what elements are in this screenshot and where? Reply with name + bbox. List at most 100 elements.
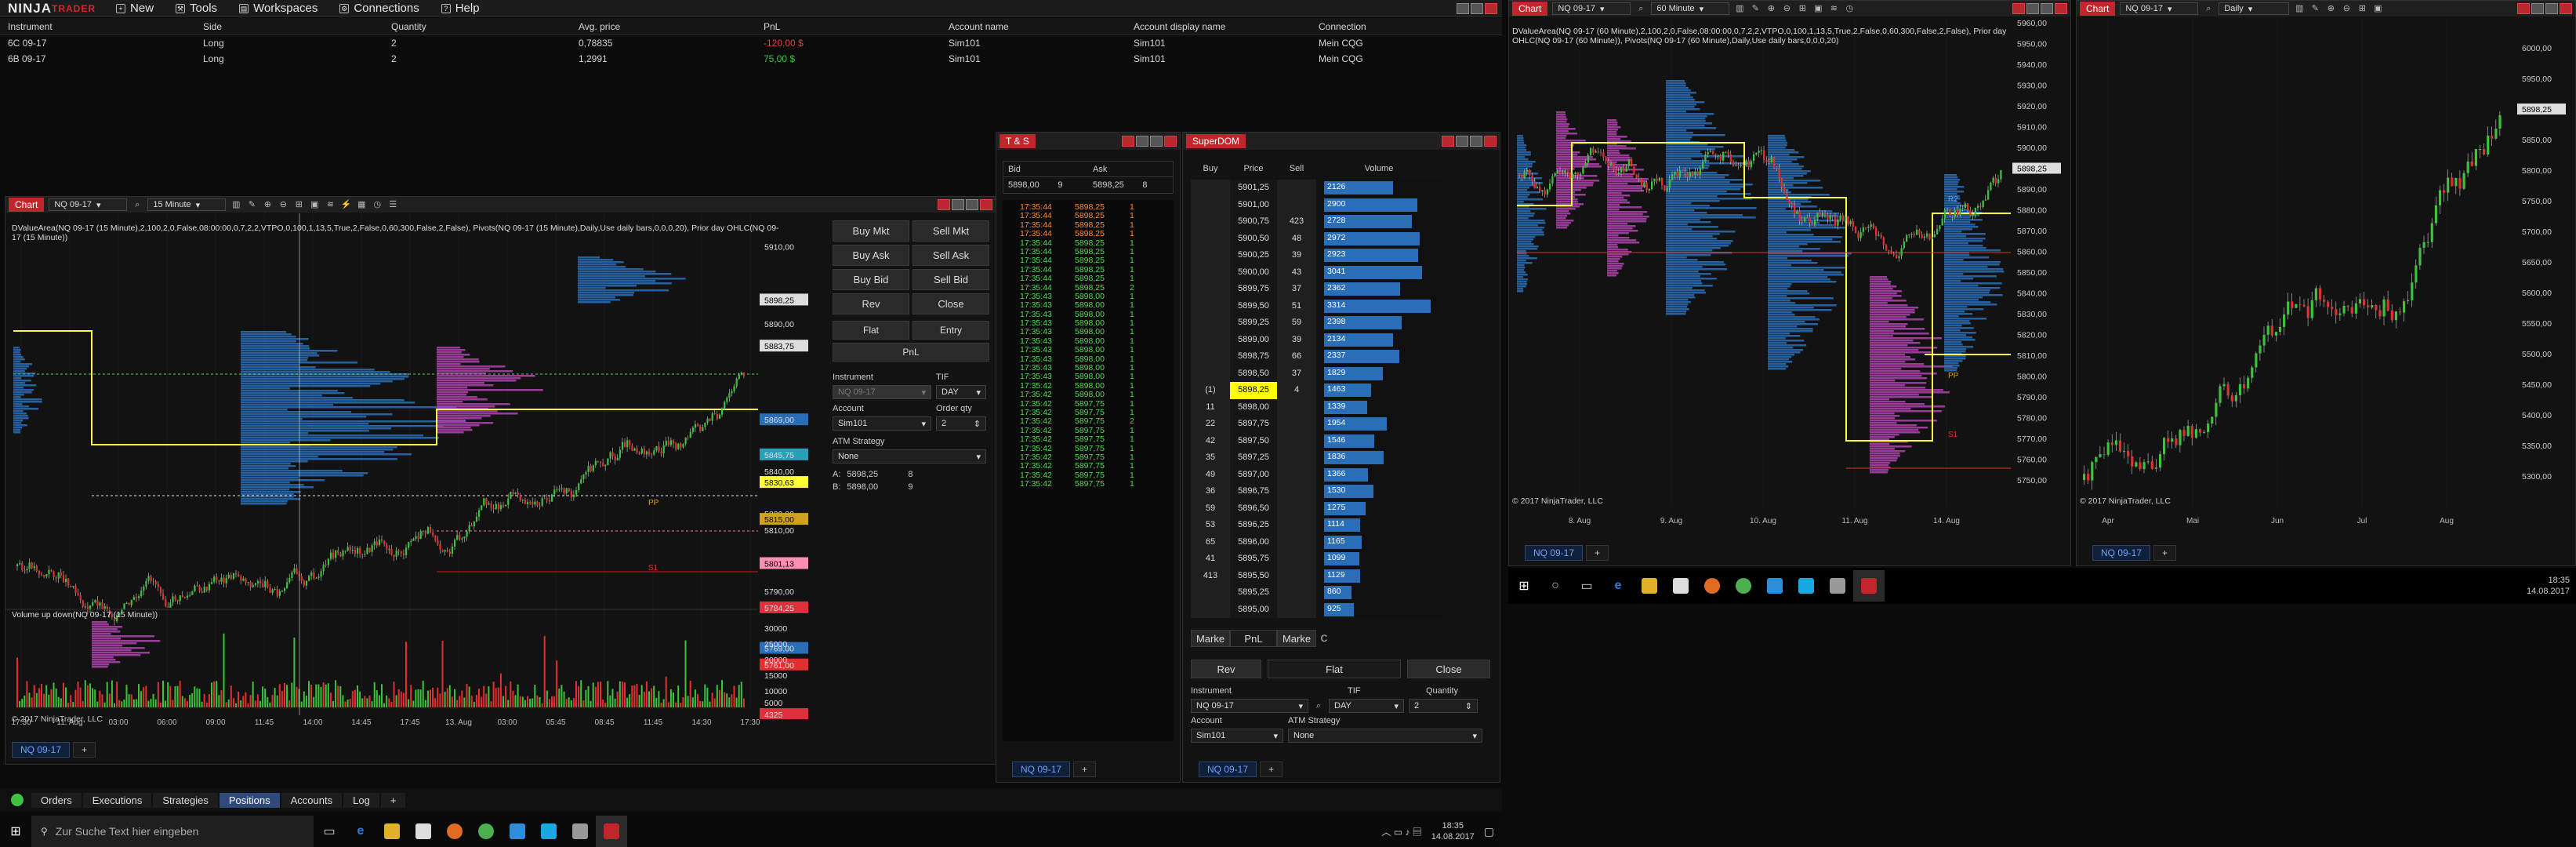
- chart1-max[interactable]: [966, 199, 978, 210]
- col-connection[interactable]: Connection: [1311, 21, 1491, 32]
- dom-row[interactable]: 5900,00 43 3041: [1191, 264, 1497, 281]
- dom-close-button[interactable]: Close: [1407, 660, 1490, 678]
- windows-start-icon[interactable]: ⊞: [1508, 570, 1540, 602]
- pencil-icon[interactable]: ✎: [2309, 3, 2320, 14]
- dom-max[interactable]: [1470, 136, 1482, 147]
- ts-list[interactable]: 17:35:44 5898,25 1 17:35:44 5898,25 1 17:35:44…: [1003, 200, 1174, 741]
- chart2-canvas[interactable]: 8. Aug 9. Aug 10. Aug 11. Aug 14. AugR2PPS15…: [1509, 17, 2070, 535]
- menu-connections[interactable]: ⚙ Connections: [328, 0, 430, 17]
- buy-ask-button[interactable]: Buy Ask: [833, 245, 909, 266]
- taskbar-search[interactable]: ⚲ Zur Suche Text hier eingeben: [31, 816, 314, 847]
- chart1-tab-nq[interactable]: NQ 09-17: [12, 742, 71, 758]
- task-view-icon[interactable]: ▭: [314, 816, 345, 847]
- properties-icon[interactable]: ▣: [2372, 3, 2383, 14]
- dom-atm-select[interactable]: None ▾: [1288, 729, 1482, 743]
- dom-close-x[interactable]: [1442, 136, 1454, 147]
- dom-row[interactable]: 22 5897,75 1954: [1191, 416, 1497, 433]
- dom-min[interactable]: [1456, 136, 1468, 147]
- dom-row[interactable]: 41 5895,75 1099: [1191, 551, 1497, 568]
- crosshair-icon[interactable]: ⊞: [293, 199, 304, 210]
- dom-row[interactable]: 36 5896,75 1530: [1191, 483, 1497, 500]
- crosshair-icon[interactable]: ⊞: [1797, 3, 1808, 14]
- dom-tab-nq[interactable]: NQ 09-17: [1199, 762, 1257, 777]
- ts-max[interactable]: [1150, 136, 1163, 147]
- dom-ladder[interactable]: 5901,25 2126 5901,00 2900 5900,75 423 2728 5900…: [1191, 180, 1497, 619]
- chart3-tab-nq[interactable]: NQ 09-17: [2092, 545, 2151, 561]
- search-icon[interactable]: ⌕: [2203, 3, 2214, 14]
- tab-positions[interactable]: Positions: [219, 792, 280, 808]
- dom-instrument-select[interactable]: NQ 09-17 ▾: [1191, 699, 1308, 713]
- firefox-icon[interactable]: [1696, 570, 1728, 602]
- pencil-icon[interactable]: ✎: [246, 199, 257, 210]
- instrument-select[interactable]: NQ 09-17 ▾: [833, 385, 931, 399]
- menu-help[interactable]: ? Help: [430, 0, 491, 17]
- indicators-icon[interactable]: ≋: [1828, 3, 1839, 14]
- edge-icon[interactable]: e: [1602, 570, 1634, 602]
- chart2-period-select[interactable]: 60 Minute ▾: [1651, 2, 1730, 15]
- order-qty-input[interactable]: 2 ⇕: [936, 416, 986, 431]
- col-account-display-name[interactable]: Account display name: [1126, 21, 1311, 32]
- chart3-min[interactable]: [2531, 3, 2544, 14]
- buy-bid-button[interactable]: Buy Bid: [833, 269, 909, 290]
- chart2-max[interactable]: [2041, 3, 2053, 14]
- chart3-close-x[interactable]: [2517, 3, 2530, 14]
- zoom-in-icon[interactable]: ⊕: [2325, 3, 2336, 14]
- rev-button[interactable]: Rev: [833, 293, 909, 314]
- ts-tab-nq[interactable]: NQ 09-17: [1012, 762, 1071, 777]
- windows-start-icon[interactable]: ⊞: [0, 816, 31, 847]
- ts-close[interactable]: [1164, 136, 1177, 147]
- chart2-close[interactable]: [2055, 3, 2067, 14]
- dom-row[interactable]: 53 5896,25 1114: [1191, 517, 1497, 534]
- zoom-in-icon[interactable]: ⊕: [1765, 3, 1776, 14]
- dom-row[interactable]: 42 5897,50 1546: [1191, 432, 1497, 449]
- buy-mkt-button[interactable]: Buy Mkt: [833, 220, 909, 242]
- chart1-close[interactable]: [980, 199, 992, 210]
- explorer-icon[interactable]: [1634, 570, 1665, 602]
- cortana-icon[interactable]: ○: [1540, 570, 1571, 602]
- taskbar-clock-right[interactable]: 18:35 14.08.2017: [2527, 575, 2570, 597]
- chart3-canvas[interactable]: Apr Mai Jun Jul Aug6000,005950,005898,255850…: [2077, 17, 2575, 535]
- dom-quantity-input[interactable]: 2 ⇕: [1409, 699, 1478, 713]
- dom-row[interactable]: 5901,00 2900: [1191, 196, 1497, 213]
- dom-row[interactable]: 49 5897,00 1366: [1191, 466, 1497, 483]
- col-account-name[interactable]: Account name: [941, 21, 1126, 32]
- dom-row[interactable]: 5899,25 59 2398: [1191, 314, 1497, 332]
- col-quantity[interactable]: Quantity: [383, 21, 571, 32]
- maximize-button[interactable]: [1471, 2, 1483, 14]
- network-app-icon[interactable]: [1822, 570, 1853, 602]
- search-icon[interactable]: ⌕: [132, 199, 143, 210]
- dom-row[interactable]: 5900,75 423 2728: [1191, 213, 1497, 231]
- dom-row[interactable]: 65 5896,00 1165: [1191, 533, 1497, 551]
- notifications-icon[interactable]: ▢: [1484, 825, 1494, 838]
- app-icon[interactable]: [1759, 570, 1791, 602]
- chart2-instrument-select[interactable]: NQ 09-17 ▾: [1552, 2, 1631, 15]
- menu-tools[interactable]: ⚒ Tools: [165, 0, 228, 17]
- dom-row[interactable]: 5900,25 39 2923: [1191, 247, 1497, 264]
- add-tab-button[interactable]: +: [380, 792, 406, 808]
- tif-select[interactable]: DAY ▾: [936, 385, 986, 399]
- templates-icon[interactable]: ▦: [356, 199, 367, 210]
- dom-row[interactable]: (1) 5898,25 4 1463: [1191, 382, 1497, 399]
- add-tab-button[interactable]: +: [1586, 545, 1609, 561]
- dom-close[interactable]: [1484, 136, 1497, 147]
- search-icon[interactable]: ⌕: [1313, 699, 1324, 711]
- close-position-button[interactable]: Close: [912, 293, 989, 314]
- chart1-close-x[interactable]: [938, 199, 950, 210]
- clock-icon[interactable]: ◷: [372, 199, 383, 210]
- col-side[interactable]: Side: [195, 21, 383, 32]
- dom-row[interactable]: 5898,75 66 2337: [1191, 348, 1497, 365]
- chart3-period-select[interactable]: Daily ▾: [2219, 2, 2290, 15]
- col-instrument[interactable]: Instrument: [0, 21, 195, 32]
- chrome-icon[interactable]: [1728, 570, 1759, 602]
- atm-strategy-select[interactable]: None ▾: [833, 449, 986, 463]
- dom-row[interactable]: 5899,00 39 2134: [1191, 331, 1497, 348]
- dom-row[interactable]: 413 5895,50 1129: [1191, 567, 1497, 584]
- ts-min[interactable]: [1136, 136, 1148, 147]
- close-button[interactable]: [1485, 2, 1497, 14]
- add-tab-button[interactable]: +: [73, 742, 96, 758]
- dom-row[interactable]: 5895,25 860: [1191, 584, 1497, 602]
- menu-workspaces[interactable]: ▤ Workspaces: [228, 0, 328, 17]
- explorer-icon[interactable]: [376, 816, 408, 847]
- dom-tif-select[interactable]: DAY ▾: [1329, 699, 1404, 713]
- firefox-icon[interactable]: [439, 816, 470, 847]
